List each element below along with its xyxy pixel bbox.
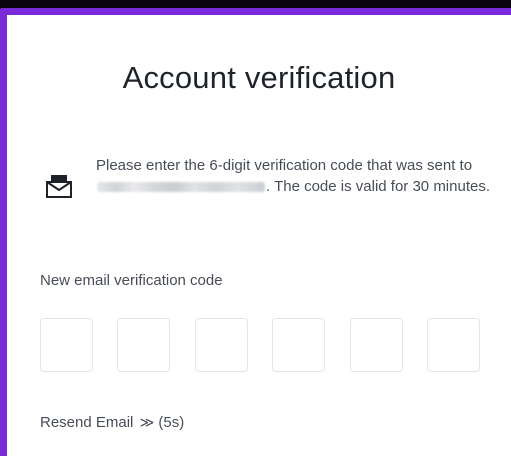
verification-dialog: Account verification Please enter the 6-… bbox=[7, 15, 511, 456]
code-input-group bbox=[40, 318, 480, 372]
resend-email-link[interactable]: Resend Email ≫ (5s) bbox=[40, 414, 184, 431]
message-text-before: Please enter the 6-digit verification co… bbox=[96, 157, 473, 174]
verification-message: Please enter the 6-digit verification co… bbox=[96, 155, 496, 197]
double-chevron-right-icon: ≫ bbox=[139, 415, 155, 431]
code-digit-input-6[interactable] bbox=[426, 318, 480, 372]
code-digit-input-4[interactable] bbox=[272, 318, 326, 372]
resend-label: Resend Email bbox=[40, 414, 134, 431]
code-digit-input-2[interactable] bbox=[117, 318, 171, 372]
dialog-title: Account verification bbox=[122, 60, 396, 95]
resend-countdown: (5s) bbox=[158, 414, 185, 431]
code-field-label: New email verification code bbox=[40, 272, 223, 289]
dialog-frame: Account verification Please enter the 6-… bbox=[0, 8, 511, 456]
code-digit-input-5[interactable] bbox=[349, 318, 403, 372]
code-digit-input-1[interactable] bbox=[40, 318, 93, 372]
message-text-after: . The code is valid for 30 minutes. bbox=[266, 178, 491, 195]
code-digit-input-3[interactable] bbox=[194, 318, 248, 372]
envelope-icon bbox=[46, 175, 72, 198]
masked-email bbox=[97, 182, 265, 193]
